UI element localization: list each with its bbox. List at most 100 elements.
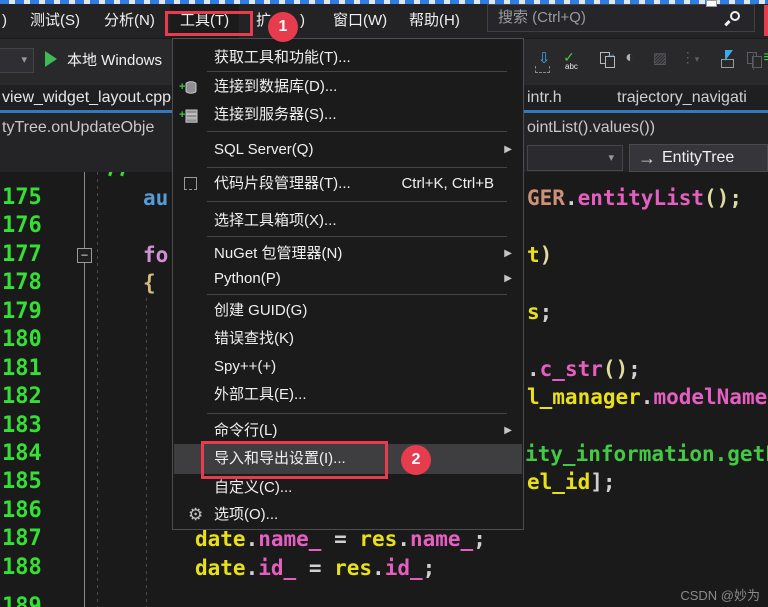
scope-dropdown[interactable]: tyTree.onUpdateObje (2, 113, 154, 143)
debug-target-label[interactable]: 本地 Windows (67, 48, 171, 74)
run-icon[interactable] (45, 51, 57, 67)
line-number: 178 (2, 270, 42, 295)
code-line-177-left: fo (143, 243, 169, 267)
menu-separator (207, 294, 507, 295)
menubar-item-partial[interactable]: ) (2, 4, 7, 38)
menu-item-error-lookup[interactable]: 错误查找(K) (174, 326, 522, 352)
annotation-red-sliver (764, 5, 768, 36)
code-line-175-right: GER.entityList(); (527, 186, 742, 210)
indent-guide (97, 172, 98, 607)
submenu-arrow-icon: ▶ (504, 248, 512, 259)
column-options-icon[interactable]: ⋮▾ (678, 49, 702, 75)
code-line-184-right: ity_information.getE (525, 442, 768, 466)
configuration-combo[interactable]: ▾ (0, 48, 34, 73)
line-number: 184 (2, 441, 42, 466)
submenu-arrow-icon: ▶ (504, 273, 512, 284)
code-line-185-right: el_id]; (527, 470, 616, 494)
chevron-down-icon: ▾ (21, 54, 27, 66)
menubar-item-window[interactable]: 窗口(W) (333, 4, 387, 38)
annotation-box-tools (165, 11, 253, 36)
search-icon[interactable] (724, 11, 740, 27)
watermark: CSDN @妙为 (680, 588, 760, 603)
toolbar-separator (753, 52, 754, 70)
right-arrow-icon: → (638, 148, 656, 168)
entity-tree-button[interactable]: → EntityTree (629, 144, 768, 172)
menu-item-nuget[interactable]: NuGet 包管理器(N) ▶ (174, 241, 522, 267)
list-partial-icon[interactable]: ≡ (756, 49, 768, 75)
toggle-circles-icon[interactable]: ◐ (618, 49, 642, 75)
code-line-177-right: t) (527, 243, 553, 267)
line-number: 182 (2, 384, 42, 409)
menu-separator (207, 201, 507, 202)
submenu-arrow-icon: ▶ (504, 425, 512, 436)
menu-item-options[interactable]: ⚙ 选项(O)... (174, 502, 522, 528)
fold-margin-line (84, 172, 85, 607)
diff-disabled-icon: ▨ (652, 50, 668, 67)
menu-separator (207, 167, 507, 168)
tab-view-widget-layout[interactable]: view_widget_layout.cpp (2, 85, 171, 110)
line-number: 179 (2, 299, 42, 324)
entity-tree-label: EntityTree (662, 149, 735, 166)
line-number: 187 (2, 526, 42, 551)
annotation-badge-2: 2 (401, 445, 431, 475)
search-placeholder: 搜索 (Ctrl+Q) (498, 9, 586, 26)
menu-item-spy[interactable]: Spy++(+) (174, 354, 522, 380)
menu-item-create-guid[interactable]: 创建 GUID(G) (174, 298, 522, 324)
chevron-down-icon: ▾ (608, 152, 614, 164)
indent-guide (146, 298, 147, 607)
menu-item-get-tools[interactable]: 获取工具和功能(T)... (174, 45, 522, 71)
menu-item-connect-database[interactable]: + 连接到数据库(D)... (174, 74, 522, 100)
submenu-arrow-icon: ▶ (504, 144, 512, 155)
menu-separator (207, 413, 507, 414)
line-number: 188 (2, 555, 42, 580)
line-number: 175 (2, 185, 42, 210)
code-line-188: date.id_ = res.id_; (195, 556, 436, 580)
menu-item-connect-server[interactable]: + 连接到服务器(S)... (174, 102, 522, 128)
line-number: 183 (2, 413, 42, 438)
line-number: 185 (2, 469, 42, 494)
menubar-item-analyze[interactable]: 分析(N) (104, 4, 155, 38)
tab-intr-h[interactable]: intr.h (527, 85, 562, 110)
tab-trajectory-navigation[interactable]: trajectory_navigati (617, 85, 747, 110)
spell-check-icon[interactable]: ✓ abc (557, 49, 581, 75)
line-number: 181 (2, 356, 42, 381)
snippet-icon (182, 176, 200, 192)
database-add-icon: + (179, 79, 200, 95)
gear-icon: ⚙ (188, 505, 204, 524)
code-line-181-right: .c_str(); (527, 357, 641, 381)
menubar-item-test[interactable]: 测试(S) (30, 4, 80, 38)
menu-item-snippet-manager[interactable]: 代码片段管理器(T)... Ctrl+K, Ctrl+B (174, 171, 522, 197)
member-combo[interactable]: ▾ (527, 145, 623, 171)
line-number: 180 (2, 327, 42, 352)
menu-separator (207, 131, 507, 132)
code-line-179-right: s; (527, 300, 553, 324)
menu-separator (207, 236, 507, 237)
annotation-handle (706, 0, 717, 7)
menubar-item-help[interactable]: 帮助(H) (409, 4, 460, 38)
line-number: 189 (2, 594, 42, 607)
menu-item-external-tools[interactable]: 外部工具(E)... (174, 382, 522, 408)
shortcut-label: Ctrl+K, Ctrl+B (401, 175, 494, 192)
annotation-badge-1: 1 (268, 12, 298, 42)
code-fragment-partial (120, 172, 125, 177)
select-element-icon[interactable] (705, 49, 734, 75)
menu-item-sql-server[interactable]: SQL Server(Q) ▶ (174, 137, 522, 163)
code-line-182-right: l_manager.modelName2 (527, 385, 768, 409)
menubar-item-extensions-close: ) (300, 12, 305, 29)
menu-separator (207, 71, 507, 72)
annotation-box-import-export (201, 441, 388, 479)
line-number: 177 (2, 242, 42, 267)
menu-item-toolbox-items[interactable]: 选择工具箱项(X)... (174, 208, 522, 234)
search-input[interactable]: 搜索 (Ctrl+Q) (487, 4, 755, 32)
code-fragment-partial (108, 172, 113, 177)
annotation-dashed-line (0, 0, 768, 4)
menu-item-python[interactable]: Python(P) ▶ (174, 266, 522, 292)
pull-changes-icon[interactable]: ⇩ (532, 49, 556, 75)
vs-ide-window: ) 测试(S) 分析(N) 工具(T) 扩 ) 窗口(W) 帮助(H) 搜索 (… (0, 0, 768, 607)
member-fragment-label: ointList().values()) (527, 119, 656, 136)
line-number: 176 (2, 213, 42, 238)
fold-collapse-button[interactable]: − (77, 248, 92, 263)
copy-items-icon[interactable]: → (585, 49, 616, 75)
code-line-178-left: { (143, 271, 156, 295)
server-add-icon: + (179, 107, 200, 123)
